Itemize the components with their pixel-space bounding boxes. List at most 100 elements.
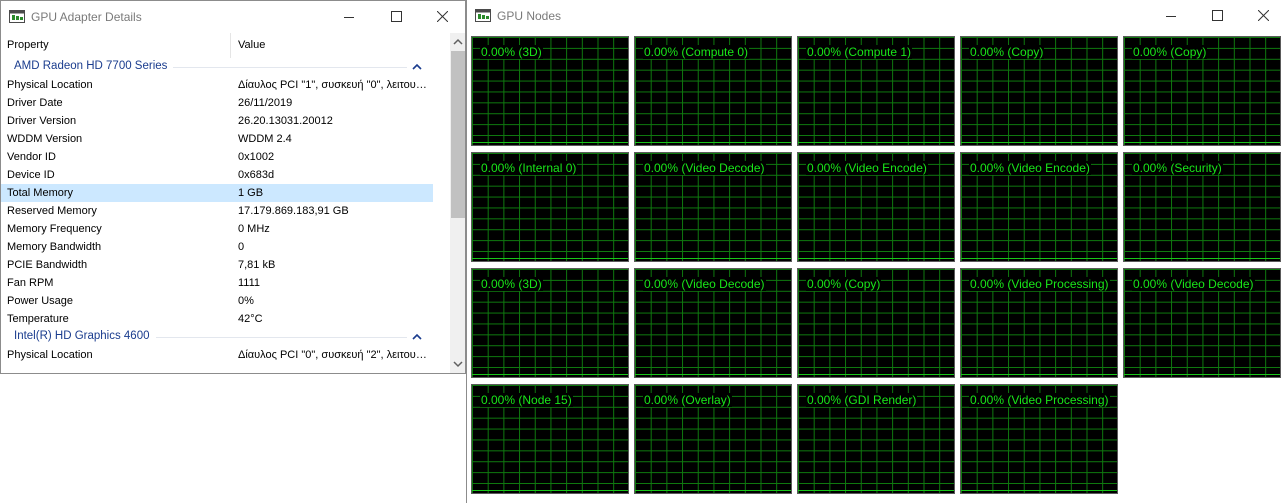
property-row[interactable]: Physical Location Δίαυλος PCI "0", συσκευ… [1, 346, 433, 364]
property-name: Driver Version [7, 115, 77, 127]
group-header[interactable]: Intel(R) HD Graphics 4600 [1, 328, 433, 346]
property-name: Memory Bandwidth [7, 241, 102, 253]
usage-line [798, 258, 954, 259]
usage-line [635, 374, 791, 375]
property-name: Memory Frequency [7, 223, 102, 235]
property-name: Device ID [7, 169, 55, 181]
property-row[interactable]: Vendor ID 0x1002 [1, 148, 433, 166]
property-row[interactable]: Memory Frequency 0 MHz [1, 220, 433, 238]
property-value: 0 MHz [238, 223, 270, 235]
node-graph: 0.00% (Copy) [797, 268, 955, 378]
usage-line [472, 374, 628, 375]
usage-line [1124, 258, 1280, 259]
property-name: WDDM Version [7, 133, 83, 145]
close-icon [436, 11, 448, 22]
usage-line [961, 490, 1117, 491]
usage-line [798, 374, 954, 375]
chevron-up-icon[interactable] [411, 61, 423, 73]
node-usage-label: 0.00% (Video Decode) [1132, 277, 1255, 291]
property-row[interactable]: Driver Date 26/11/2019 [1, 94, 433, 112]
usage-line [961, 258, 1117, 259]
property-name: Physical Location [7, 349, 93, 361]
property-name: Fan RPM [7, 277, 54, 289]
minimize-icon [344, 16, 354, 18]
window-title: GPU Adapter Details [31, 10, 142, 24]
property-value: 0 [238, 241, 245, 253]
node-usage-label: 0.00% (Copy) [806, 277, 882, 291]
property-name: Vendor ID [7, 151, 56, 163]
vertical-scrollbar[interactable] [450, 33, 465, 373]
node-usage-label: 0.00% (Video Processing) [969, 393, 1110, 407]
window-title: GPU Nodes [497, 9, 562, 23]
node-graph: 0.00% (Video Encode) [797, 152, 955, 262]
scroll-up-arrow-icon[interactable] [453, 37, 463, 47]
close-button[interactable] [1240, 0, 1286, 31]
group-title: Intel(R) HD Graphics 4600 [14, 330, 156, 342]
property-name: PCIE Bandwidth [7, 259, 88, 271]
node-usage-label: 0.00% (Video Decode) [643, 161, 766, 175]
property-value: 26.20.13031.20012 [238, 115, 333, 127]
node-graph: 0.00% (GDI Render) [797, 384, 955, 494]
property-row[interactable]: Physical Location Δίαυλος PCI "1", συσκευ… [1, 76, 433, 94]
node-graph: 0.00% (Video Decode) [1123, 268, 1281, 378]
usage-line [472, 142, 628, 143]
property-row[interactable]: Temperature 42°C [1, 310, 433, 328]
scroll-down-arrow-icon[interactable] [453, 359, 463, 369]
property-value: 17.179.869.183,91 GB [238, 205, 349, 217]
maximize-button[interactable] [1194, 0, 1240, 31]
property-row[interactable]: Total Memory 1 GB [1, 184, 433, 202]
property-name: Temperature [7, 313, 69, 325]
node-usage-label: 0.00% (GDI Render) [806, 393, 918, 407]
minimize-button[interactable] [326, 1, 372, 32]
usage-line [635, 490, 791, 491]
node-usage-label: 0.00% (3D) [480, 45, 543, 59]
property-name: Physical Location [7, 79, 93, 91]
maximize-button[interactable] [373, 1, 419, 32]
group-title: AMD Radeon HD 7700 Series [14, 60, 174, 72]
chevron-up-icon[interactable] [411, 331, 423, 343]
column-header-property[interactable]: Property [7, 39, 49, 51]
title-bar[interactable]: GPU Nodes [467, 0, 1287, 31]
node-usage-label: 0.00% (Compute 1) [806, 45, 913, 59]
node-usage-label: 0.00% (Copy) [1132, 45, 1208, 59]
property-row[interactable]: Device ID 0x683d [1, 166, 433, 184]
property-row[interactable]: Reserved Memory 17.179.869.183,91 GB [1, 202, 433, 220]
node-usage-label: 0.00% (Copy) [969, 45, 1045, 59]
group-header[interactable]: AMD Radeon HD 7700 Series [1, 58, 433, 76]
usage-line [961, 142, 1117, 143]
node-graph: 0.00% (Video Decode) [634, 268, 792, 378]
title-bar[interactable]: GPU Adapter Details [1, 1, 465, 32]
usage-line [1124, 374, 1280, 375]
column-divider[interactable] [230, 33, 231, 58]
node-graph: 0.00% (Overlay) [634, 384, 792, 494]
node-graph: 0.00% (3D) [471, 36, 629, 146]
property-value: 7,81 kB [238, 259, 276, 271]
column-header-value[interactable]: Value [238, 39, 265, 51]
node-usage-label: 0.00% (Overlay) [643, 393, 732, 407]
node-usage-label: 0.00% (Internal 0) [480, 161, 578, 175]
property-row[interactable]: Fan RPM 1111 [1, 274, 433, 292]
property-row[interactable]: Power Usage 0% [1, 292, 433, 310]
usage-line [1124, 142, 1280, 143]
property-row[interactable]: PCIE Bandwidth 7,81 kB [1, 256, 433, 274]
property-value: 26/11/2019 [238, 97, 293, 109]
node-usage-label: 0.00% (Security) [1132, 161, 1223, 175]
node-graph: 0.00% (3D) [471, 268, 629, 378]
property-row[interactable]: Driver Version 26.20.13031.20012 [1, 112, 433, 130]
usage-line [798, 490, 954, 491]
property-value: Δίαυλος PCI "0", συσκευή "2", λειτουργία… [238, 349, 428, 361]
scrollbar-thumb[interactable] [451, 51, 465, 218]
property-row[interactable]: WDDM Version WDDM 2.4 [1, 130, 433, 148]
app-window-icon [475, 9, 491, 22]
node-graph: 0.00% (Video Processing) [960, 268, 1118, 378]
property-row[interactable]: Memory Bandwidth 0 [1, 238, 433, 256]
node-graph: 0.00% (Node 15) [471, 384, 629, 494]
property-name: Power Usage [7, 295, 74, 307]
close-button[interactable] [419, 1, 465, 32]
gpu-adapter-details-window: GPU Adapter Details Property Value AMD R… [0, 0, 466, 374]
node-usage-label: 0.00% (Compute 0) [643, 45, 750, 59]
minimize-button[interactable] [1148, 0, 1194, 31]
property-value: 0x683d [238, 169, 275, 181]
node-usage-label: 0.00% (Video Decode) [643, 277, 766, 291]
usage-line [961, 374, 1117, 375]
